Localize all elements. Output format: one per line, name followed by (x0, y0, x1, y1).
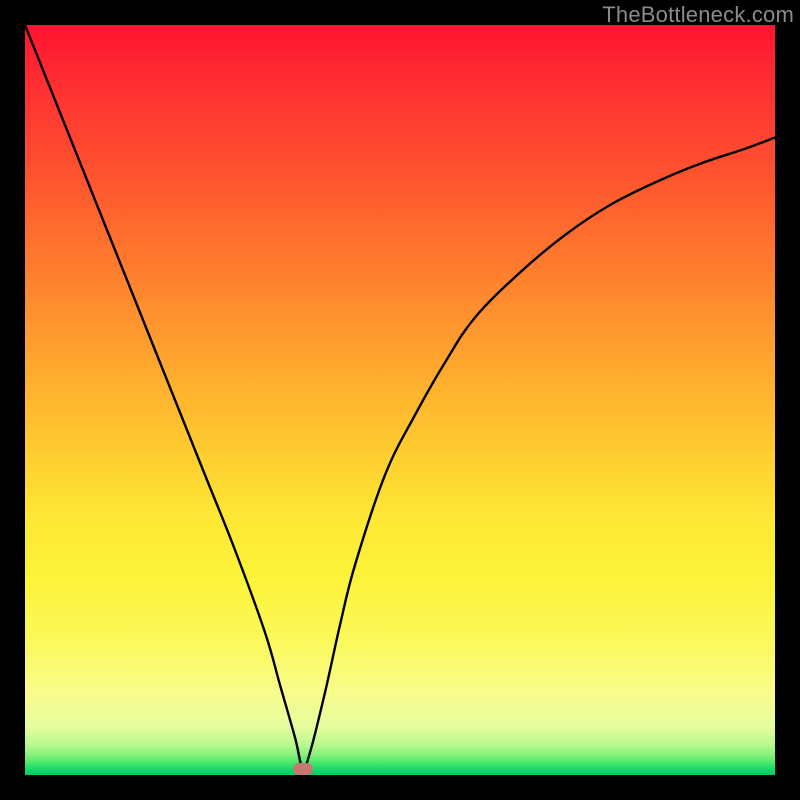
plot-area (25, 25, 775, 775)
line-series (25, 25, 775, 775)
chart-frame: TheBottleneck.com (0, 0, 800, 800)
minimum-marker (293, 763, 313, 775)
